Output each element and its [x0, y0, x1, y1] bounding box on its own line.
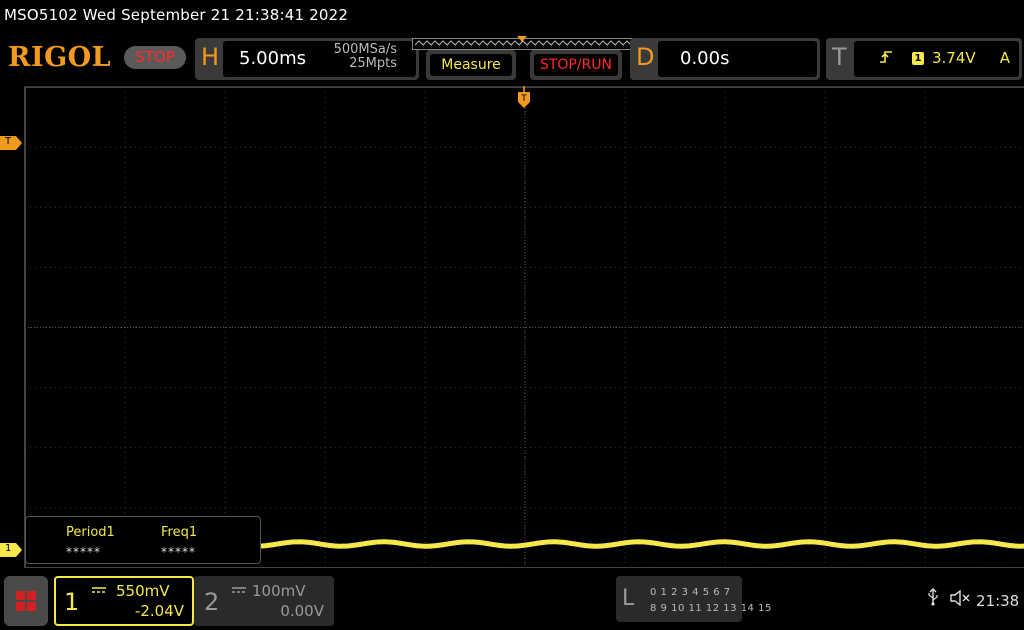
channel1-scale: 550mV — [116, 582, 170, 600]
system-clock: 21:38 — [976, 592, 1020, 610]
channel1-ground-marker[interactable]: 1 — [0, 542, 22, 557]
sample-rate: 500MSa/s — [333, 42, 397, 57]
channel2-number: 2 — [204, 588, 220, 616]
measure-item-period-name: Period1 — [66, 525, 115, 540]
title-bar: MSO5102 Wed September 21 21:38:41 2022 — [0, 0, 1024, 34]
channel2-scale: 100mV — [252, 582, 306, 600]
trigger-position-pointer — [517, 36, 527, 42]
trigger-top-label: T — [520, 94, 527, 104]
channel1-panel[interactable]: 1 550mV -2.04V — [54, 576, 194, 626]
channel2-panel[interactable]: 2 100mV 0.00V — [194, 576, 334, 626]
graticule — [25, 87, 1024, 568]
channel1-number: 1 — [64, 588, 80, 616]
delay-letter: D — [636, 43, 655, 71]
trigger-panel[interactable]: T 1 3.74V A — [826, 38, 1022, 80]
usb-icon — [928, 588, 938, 606]
measure-button-label: Measure — [430, 54, 512, 76]
delay-value: 0.00s — [680, 48, 730, 69]
measure-button[interactable]: Measure — [426, 50, 516, 80]
logic-letter: L — [622, 586, 635, 611]
trigger-edge-icon — [880, 51, 892, 63]
channel1-trace — [260, 539, 1024, 549]
logic-channels-row2: 8 9 10 11 12 13 14 15 — [650, 603, 772, 614]
channel2-offset: 0.00V — [280, 602, 324, 620]
main-menu-button[interactable] — [4, 576, 48, 626]
memory-overview — [412, 36, 636, 50]
brand-logo: RIGOL — [8, 42, 112, 73]
stop-run-button[interactable]: STOP/RUN — [530, 50, 622, 80]
run-state-badge: STOP — [124, 46, 186, 69]
trigger-source-badge: 1 — [912, 52, 924, 65]
measure-item-freq-name: Freq1 — [161, 525, 198, 540]
top-control-bar: RIGOL STOP H 5.00ms 500MSa/s 25Mpts Meas… — [0, 34, 1024, 84]
waveform-screen[interactable] — [24, 86, 1024, 568]
measurement-panel[interactable]: Period1 ***** Freq1 ***** — [25, 516, 261, 564]
stop-run-button-label: STOP/RUN — [534, 54, 618, 76]
speaker-muted-icon[interactable] — [950, 590, 970, 606]
memory-depth: 25Mpts — [349, 56, 397, 71]
trigger-position-marker[interactable]: T — [518, 86, 530, 108]
acquisition-info: 500MSa/s 25Mpts — [334, 43, 397, 71]
bottom-bar: 1 550mV -2.04V 2 100mV 0.00V L 0 1 2 3 4… — [0, 570, 1024, 630]
logic-analyzer-panel[interactable]: L 0 1 2 3 4 5 6 7 8 9 10 11 12 13 14 15 — [616, 576, 771, 622]
channel1-offset: -2.04V — [134, 602, 184, 620]
measure-item-freq-value: ***** — [161, 545, 196, 559]
dc-coupling-icon — [232, 587, 246, 593]
horizontal-letter: H — [201, 43, 220, 71]
trigger-level-marker[interactable]: T — [0, 135, 22, 150]
dc-coupling-icon — [92, 587, 106, 593]
measure-item-period-value: ***** — [66, 545, 101, 559]
trigger-letter: T — [832, 43, 847, 71]
device-title: MSO5102 Wed September 21 21:38:41 2022 — [4, 6, 349, 24]
logic-channels-row1: 0 1 2 3 4 5 6 7 — [650, 587, 731, 598]
trigger-mode: A — [999, 49, 1010, 67]
delay-panel[interactable]: D 0.00s — [630, 38, 820, 80]
horizontal-panel[interactable]: H 5.00ms 500MSa/s 25Mpts — [195, 38, 419, 80]
timebase-value: 5.00ms — [239, 48, 306, 69]
trigger-level-marker-label: T — [5, 136, 12, 147]
trigger-level: 3.74V — [932, 49, 976, 67]
channel1-ground-marker-label: 1 — [5, 543, 12, 554]
